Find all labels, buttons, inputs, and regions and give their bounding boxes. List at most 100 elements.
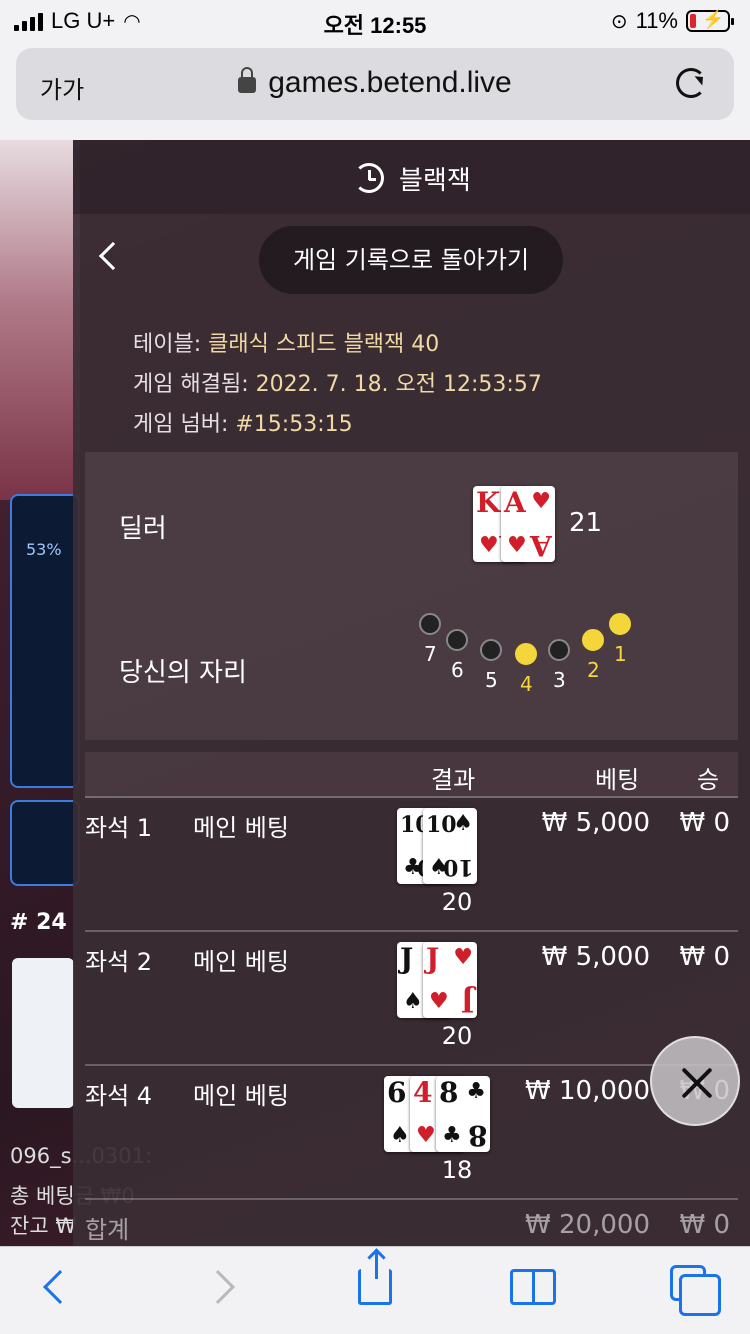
battery-icon: ⚡: [686, 9, 734, 32]
background-thumbnail: [12, 958, 74, 1108]
card-rank: 4: [413, 1076, 433, 1109]
dealer-score: 21: [569, 508, 603, 538]
game-history-panel: 블랙잭 게임 기록으로 돌아가기 테이블: 클래식 스피드 블랙잭 40 게임 …: [73, 140, 750, 1246]
share-icon[interactable]: [358, 1251, 392, 1305]
card-suit: ♠: [403, 988, 423, 1014]
card-rank: 8: [467, 1119, 487, 1152]
card-suit: ♣: [466, 1078, 486, 1104]
back-to-history-button[interactable]: 게임 기록으로 돌아가기: [259, 226, 563, 294]
playing-card: A ♥ ♥ A: [501, 486, 555, 562]
seat-number: 3: [553, 668, 566, 692]
battery-percent: 11%: [635, 8, 678, 33]
dealer-label: 딜러: [119, 514, 167, 544]
card-rank: K: [476, 486, 501, 519]
card-suit: ♥: [453, 944, 473, 970]
seat-marker: [446, 629, 468, 651]
background-progress: 53%: [26, 540, 62, 559]
browser-forward-icon[interactable]: [201, 1270, 235, 1304]
background-round-label: # 24: [10, 910, 67, 935]
info-table-label: 테이블:: [133, 332, 202, 357]
seat-marker: [548, 639, 570, 661]
lock-icon: [238, 67, 257, 93]
row-bet-type: 메인 베팅: [193, 1082, 289, 1110]
seat-number: 6: [451, 658, 464, 682]
info-table: 테이블: 클래식 스피드 블랙잭 40: [133, 326, 439, 358]
background-balance: 잔고 ₩: [10, 1214, 77, 1238]
browser-back-icon[interactable]: [43, 1270, 77, 1304]
panel-header: 블랙잭: [73, 140, 750, 214]
card-rank: J: [426, 942, 440, 975]
close-icon[interactable]: [650, 1036, 740, 1126]
results-table-header: 결과 베팅 승: [85, 752, 738, 798]
seat-marker: [582, 629, 604, 651]
row-bet-type: 메인 베팅: [193, 948, 289, 976]
info-number-label: 게임 넘버:: [133, 412, 229, 437]
url-display: games.betend.live: [16, 66, 734, 100]
card-suit: ♣: [442, 1122, 462, 1148]
dealer-section: 딜러 K♥♥KA♥♥A 21 당신의 자리 7654321: [85, 452, 738, 740]
header-result: 결과: [431, 766, 476, 794]
seat-marker: [609, 613, 631, 635]
row-win: ₩ 0: [679, 808, 730, 838]
table-row: 좌석 2 메인 베팅 J♠♠JJ♥♥J 20 ₩ 5,000 ₩ 0: [85, 934, 738, 1066]
seat-marker: [419, 613, 441, 635]
status-right: ⊙ 11% ⚡: [610, 8, 734, 34]
card-suit: ♥: [416, 1122, 436, 1148]
playing-card: 10 ♠ ♠ 10: [423, 808, 477, 884]
table-row: 좌석 1 메인 베팅 10♣♣1010♠♠10 20 ₩ 5,000 ₩ 0: [85, 800, 738, 932]
row-bet-type: 메인 베팅: [193, 814, 289, 842]
sum-label: 합계: [85, 1216, 130, 1244]
info-resolved-label: 게임 해결됨:: [133, 372, 249, 397]
card-rank: 10: [426, 812, 457, 838]
tabs-icon[interactable]: [670, 1265, 721, 1316]
background-panel-2: [10, 800, 80, 886]
seat-number: 2: [587, 658, 600, 682]
row-win: ₩ 0: [679, 942, 730, 972]
browser-top-bar: 가가 games.betend.live: [0, 42, 750, 140]
card-suit: ♥: [479, 532, 499, 558]
card-suit: ♠: [390, 1122, 410, 1148]
row-seat: 좌석 4: [85, 1082, 153, 1110]
panel-title: 블랙잭: [399, 166, 471, 196]
playing-card: J ♥ ♥ J: [423, 942, 477, 1018]
sum-row: 합계 ₩ 20,000 ₩ 0: [85, 1204, 738, 1246]
card-rank: 8: [439, 1076, 459, 1109]
reload-icon[interactable]: [676, 68, 706, 98]
background-decor: [0, 140, 80, 500]
sum-bet: ₩ 20,000: [525, 1210, 650, 1240]
info-game-number: 게임 넘버: #15:53:15: [133, 406, 353, 438]
row-total: 20: [441, 1022, 473, 1050]
background-panel: [10, 494, 80, 788]
card-rank: J: [460, 985, 474, 1018]
header-win: 승: [697, 766, 720, 794]
your-seat-label: 당신의 자리: [119, 658, 247, 688]
row-seat: 좌석 2: [85, 948, 153, 976]
bookmarks-icon[interactable]: [510, 1269, 556, 1305]
seat-number: 1: [614, 642, 627, 666]
playing-card: 8 ♣ ♣ 8: [436, 1076, 490, 1152]
card-suit: ♥: [531, 488, 551, 514]
chevron-left-icon[interactable]: [98, 241, 128, 271]
card-suit: ♠: [453, 810, 473, 836]
seat-marker: [515, 643, 537, 665]
card-rank: A: [504, 486, 526, 519]
card-rank: 10: [443, 854, 474, 880]
status-bar: LG U+ ◠ 오전 12:55 ⊙ 11% ⚡: [0, 0, 750, 42]
card-rank: A: [530, 529, 552, 562]
info-resolved-value: 2022. 7. 18. 오전 12:53:57: [255, 372, 542, 397]
row-bet: ₩ 5,000: [541, 942, 650, 972]
rotation-lock-icon: ⊙: [610, 10, 628, 33]
seat-number: 7: [424, 642, 437, 666]
history-icon: [354, 163, 384, 193]
row-bet: ₩ 10,000: [525, 1076, 650, 1106]
address-bar[interactable]: 가가 games.betend.live: [16, 48, 734, 120]
card-rank: 6: [387, 1076, 407, 1109]
row-seat: 좌석 1: [85, 814, 153, 842]
seat-number: 4: [520, 672, 533, 696]
table-row: 좌석 4 메인 베팅 6♠♠64♥♥48♣♣8 18 ₩ 10,000 ₩ 0: [85, 1068, 738, 1200]
row-bet: ₩ 5,000: [541, 808, 650, 838]
header-bet: 베팅: [595, 766, 640, 794]
card-rank: J: [400, 942, 414, 975]
card-suit: ♥: [507, 532, 527, 558]
row-total: 20: [441, 888, 473, 916]
